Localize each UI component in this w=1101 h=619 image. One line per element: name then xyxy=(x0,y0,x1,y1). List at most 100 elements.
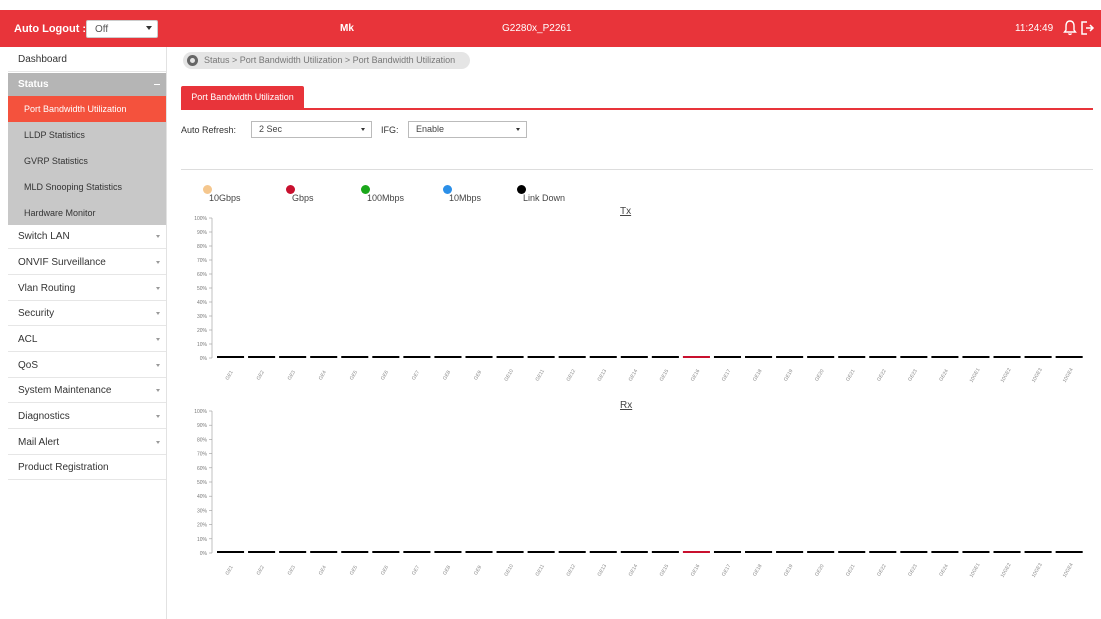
tx-y-tick-label: 70% xyxy=(197,258,208,264)
rx-bar xyxy=(993,551,1021,553)
charts-canvas: 100% 90% 80% 70% 60% 50% 40% 30% 20% 10% 0% GE1 GE2 G… xyxy=(194,216,1083,579)
rx-x-tick-label: GE14 xyxy=(628,563,640,577)
tx-x-tick-label: GE5 xyxy=(349,369,359,381)
tx-x-tick-label: GE3 xyxy=(287,369,297,381)
rx-x-tick-label: GE2 xyxy=(256,564,266,576)
rx-bar xyxy=(310,551,338,553)
rx-x-tick-label: GE15 xyxy=(659,563,671,577)
rx-bar xyxy=(931,551,959,553)
rx-x-tick-label: GE18 xyxy=(752,563,764,577)
tx-y-tick-label: 30% xyxy=(197,314,208,320)
rx-x-tick-label: GE7 xyxy=(411,564,421,576)
tx-x-tick-label: GE16 xyxy=(690,368,702,382)
tx-bar xyxy=(1055,356,1083,358)
tx-x-tick-label: GE22 xyxy=(876,368,888,382)
tx-bar xyxy=(962,356,990,358)
rx-x-tick-label: GE9 xyxy=(473,564,483,576)
tx-x-tick-label: GE14 xyxy=(628,368,640,382)
rx-bar xyxy=(527,551,555,553)
rx-x-tick-label: GE5 xyxy=(349,564,359,576)
tx-x-tick-label: GE23 xyxy=(907,368,919,382)
rx-x-tick-label: GE20 xyxy=(814,563,826,577)
rx-bar xyxy=(496,551,524,553)
tx-x-tick-label: GE21 xyxy=(845,368,857,382)
tx-x-tick-label: GE2 xyxy=(256,369,266,381)
tx-x-tick-label: GE4 xyxy=(318,369,328,381)
rx-bar xyxy=(776,551,804,553)
rx-x-tick-label: GE12 xyxy=(566,563,578,577)
rx-bar xyxy=(217,551,245,553)
rx-y-tick-label: 90% xyxy=(197,423,208,429)
tx-bar xyxy=(589,356,617,358)
rx-x-tick-label: GE8 xyxy=(442,564,452,576)
rx-x-tick-label: GE24 xyxy=(938,563,950,577)
rx-y-tick-label: 70% xyxy=(197,452,208,458)
rx-y-tick-label: 20% xyxy=(197,523,208,529)
rx-bar xyxy=(558,551,586,553)
rx-x-tick-label: 10GE1 xyxy=(969,562,982,579)
tx-x-tick-label: GE11 xyxy=(535,368,547,382)
tx-x-tick-label: GE24 xyxy=(938,368,950,382)
tx-bar xyxy=(869,356,897,358)
rx-y-tick-label: 60% xyxy=(197,466,208,472)
rx-bar xyxy=(651,551,679,553)
tx-bar xyxy=(745,356,773,358)
rx-bar xyxy=(403,551,431,553)
rx-bar xyxy=(434,551,462,553)
rx-x-tick-label: 10GE2 xyxy=(1000,562,1013,579)
rx-x-tick-label: 10GE3 xyxy=(1031,562,1044,579)
rx-x-tick-label: GE16 xyxy=(690,563,702,577)
tx-x-tick-label: GE9 xyxy=(473,369,483,381)
tx-x-tick-label: 10GE1 xyxy=(969,367,982,384)
rx-x-tick-label: GE11 xyxy=(535,563,547,577)
rx-x-tick-label: GE4 xyxy=(318,564,328,576)
rx-x-tick-label: 10GE4 xyxy=(1062,562,1075,579)
tx-x-tick-label: 10GE2 xyxy=(1000,367,1013,384)
rx-y-tick-label: 40% xyxy=(197,494,208,500)
tx-bar xyxy=(434,356,462,358)
rx-bar xyxy=(372,551,400,553)
tx-x-tick-label: GE17 xyxy=(721,368,733,382)
rx-x-tick-label: GE3 xyxy=(287,564,297,576)
tx-bar xyxy=(776,356,804,358)
rx-x-tick-label: GE6 xyxy=(380,564,390,576)
tx-bar xyxy=(807,356,835,358)
tx-x-tick-label: GE10 xyxy=(503,368,515,382)
tx-y-tick-label: 90% xyxy=(197,230,208,236)
rx-bar xyxy=(279,551,307,553)
tx-bar xyxy=(372,356,400,358)
tx-y-tick-label: 60% xyxy=(197,272,208,278)
rx-y-tick-label: 30% xyxy=(197,508,208,514)
rx-y-tick-label: 80% xyxy=(197,437,208,443)
tx-bar xyxy=(248,356,276,358)
tx-bar xyxy=(620,356,648,358)
tx-x-tick-label: GE7 xyxy=(411,369,421,381)
tx-bar xyxy=(465,356,493,358)
rx-bar xyxy=(745,551,773,553)
tx-bar xyxy=(931,356,959,358)
rx-bar xyxy=(807,551,835,553)
tx-y-tick-label: 100% xyxy=(194,216,207,222)
rx-bar xyxy=(1055,551,1083,553)
tx-bar xyxy=(310,356,338,358)
rx-bar xyxy=(838,551,866,553)
rx-bar xyxy=(869,551,897,553)
tx-y-tick-label: 50% xyxy=(197,286,208,292)
rx-bar xyxy=(1024,551,1052,553)
rx-bar xyxy=(900,551,928,553)
rx-x-tick-label: GE13 xyxy=(597,563,609,577)
tx-x-tick-label: 10GE3 xyxy=(1031,367,1044,384)
tx-x-tick-label: GE18 xyxy=(752,368,764,382)
tx-bar xyxy=(496,356,524,358)
rx-x-tick-label: GE19 xyxy=(783,563,795,577)
tx-x-tick-label: GE19 xyxy=(783,368,795,382)
tx-bar xyxy=(713,356,742,358)
rx-y-tick-label: 0% xyxy=(200,551,208,557)
tx-x-tick-label: GE1 xyxy=(225,369,235,381)
tx-bar xyxy=(527,356,555,358)
tx-bar xyxy=(651,356,679,358)
rx-y-tick-label: 100% xyxy=(194,409,207,415)
tx-y-tick-label: 20% xyxy=(197,328,208,334)
tx-bar xyxy=(838,356,866,358)
rx-bar xyxy=(962,551,990,553)
